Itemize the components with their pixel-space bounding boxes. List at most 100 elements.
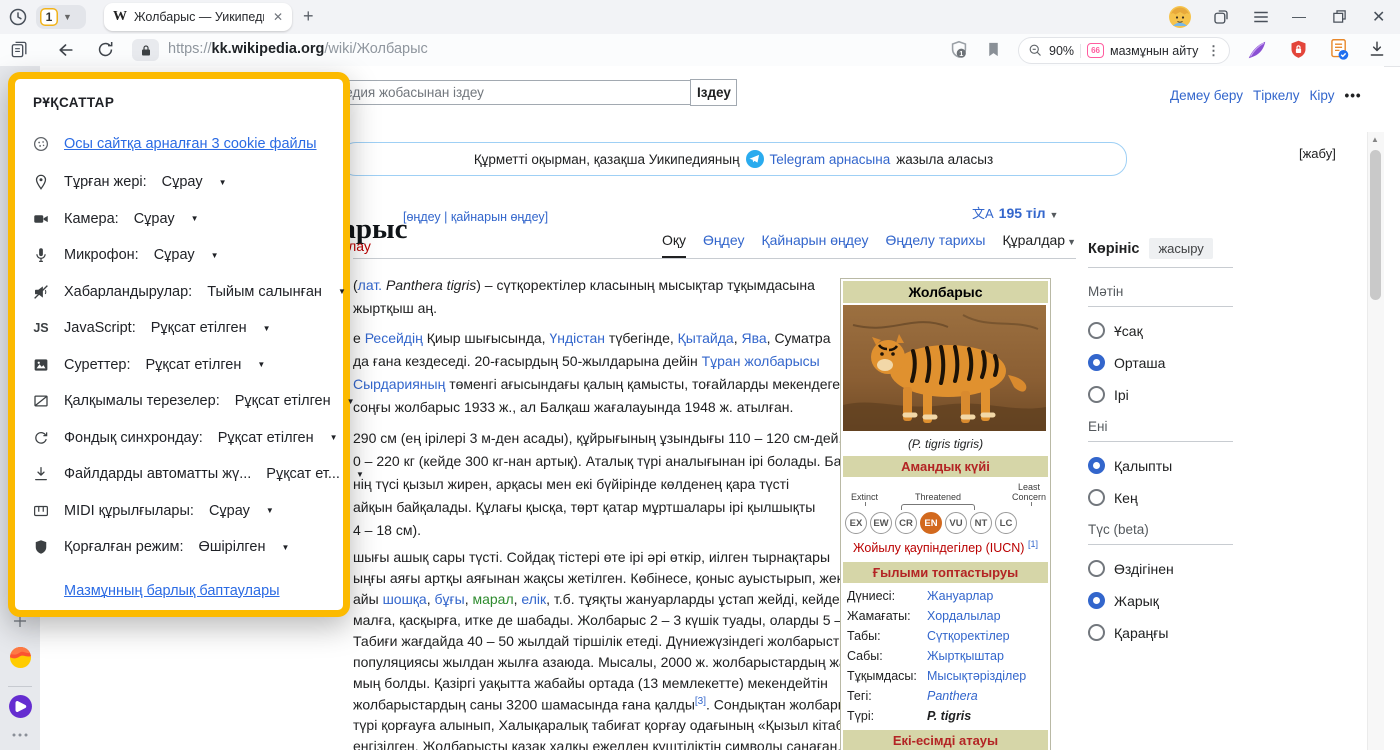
permission-value-dropdown[interactable]: Өшірілген	[199, 539, 266, 555]
rank-value[interactable]: Мысықтәрізділер	[927, 669, 1026, 683]
tab-close-icon[interactable]: ✕	[273, 10, 283, 24]
zoom-level[interactable]: 90%	[1049, 44, 1074, 58]
wiki-personal-links: Демеу беру Тіркелу Кіру •••	[1160, 88, 1360, 103]
tab-group-button[interactable]: 1 ▼	[36, 5, 86, 29]
permission-value-dropdown[interactable]: Рұқсат етілген	[218, 430, 314, 446]
appearance-hide-button[interactable]: жасыру	[1149, 238, 1212, 259]
radio-option-орташа[interactable]: Орташа	[1088, 354, 1233, 371]
radio-option-кең[interactable]: Кең	[1088, 489, 1233, 506]
article-link[interactable]: Қытайда	[678, 330, 734, 346]
conservation-status-link[interactable]: Жойылу қаупіндегілер (IUCN) [1]	[843, 539, 1048, 555]
more-links-button[interactable]: •••	[1344, 88, 1361, 103]
all-content-settings-link[interactable]: Мазмұнның барлық баптаулары	[64, 583, 280, 599]
radio-selected-icon[interactable]	[1088, 457, 1105, 474]
personal-link[interactable]: Демеу беру	[1170, 88, 1243, 103]
rank-value[interactable]: Жыртқыштар	[927, 649, 1004, 663]
option-label: Ұсақ	[1114, 323, 1143, 339]
translate-doc-icon[interactable]	[1328, 38, 1350, 61]
menu-icon[interactable]	[1252, 9, 1270, 25]
article-link[interactable]: Ресейдің	[365, 330, 423, 346]
rank-value[interactable]: Сүтқоректілер	[927, 629, 1010, 643]
scrollbar-thumb[interactable]	[1370, 150, 1381, 300]
bookmark-icon[interactable]	[986, 41, 1001, 58]
rank-value[interactable]: Хордалылар	[927, 609, 1001, 623]
personal-link[interactable]: Тіркелу	[1253, 88, 1300, 103]
article-link[interactable]: Сырдарияның	[353, 376, 445, 392]
radio-option-ұсақ[interactable]: Ұсақ	[1088, 322, 1233, 339]
permission-value-dropdown[interactable]: Рұқсат етілген	[151, 320, 247, 336]
radio-option-қалыпты[interactable]: Қалыпты	[1088, 457, 1233, 474]
radio-icon[interactable]	[1088, 322, 1105, 339]
personal-link[interactable]: Кіру	[1309, 88, 1334, 103]
yandex-start-icon[interactable]	[0, 646, 40, 669]
article-link[interactable]: елік	[521, 591, 546, 607]
article-text-line: соңғы жолбарыс 1933 ж., ал Балқаш жағала…	[353, 399, 793, 415]
address-bar[interactable]: https://kk.wikipedia.org/wiki/Жолбарыс	[168, 41, 428, 57]
article-text-line: Табиғи жағдайда 40 – 50 жылдай тіршілік …	[353, 633, 845, 649]
rank-value[interactable]: Panthera	[927, 689, 978, 703]
shield-counter-icon[interactable]: 1	[948, 39, 970, 61]
panels-icon[interactable]	[1212, 8, 1230, 26]
permission-value-dropdown[interactable]: Сұрау	[154, 247, 195, 263]
radio-option-өздігінен[interactable]: Өздігінен	[1088, 560, 1233, 577]
tab-өңделу-тарихы[interactable]: Өңделу тарихы	[886, 232, 986, 256]
tab-title: Жолбарыс — Уикипеди	[134, 10, 264, 24]
reload-icon[interactable]	[96, 40, 115, 59]
article-link[interactable]: Ява	[741, 330, 766, 346]
section-label: Мәтін	[1088, 284, 1233, 307]
article-link[interactable]: Тұран жолбарысы	[702, 353, 820, 369]
radio-option-жарық[interactable]: Жарық	[1088, 592, 1233, 609]
protect-shield-icon[interactable]	[1288, 39, 1309, 60]
classification-row: Табы:Сүтқоректілер	[843, 626, 1048, 646]
article-link[interactable]: бұғы	[435, 591, 465, 607]
article-link[interactable]: Үндістан	[549, 330, 605, 346]
yandex-pen-icon[interactable]	[1246, 39, 1268, 61]
history-icon[interactable]	[8, 7, 28, 27]
radio-selected-icon[interactable]	[1088, 354, 1105, 371]
cookies-link[interactable]: Осы сайтқа арналған 3 cookie файлы	[64, 136, 317, 152]
minimize-button[interactable]: —	[1292, 8, 1306, 24]
back-icon[interactable]	[56, 40, 76, 60]
tiger-image[interactable]	[843, 305, 1048, 434]
radio-icon[interactable]	[1088, 624, 1105, 641]
permission-label: Камера:	[64, 211, 119, 227]
page-scrollbar[interactable]: ▲	[1367, 132, 1384, 750]
sidebar-notes-icon[interactable]	[10, 40, 29, 59]
permission-value-dropdown[interactable]: Сұрау	[209, 503, 250, 519]
profile-avatar[interactable]	[1168, 5, 1192, 29]
permission-value-dropdown[interactable]: Рұқсат етілген	[235, 393, 331, 409]
radio-icon[interactable]	[1088, 560, 1105, 577]
site-security-badge[interactable]	[132, 39, 159, 61]
reference-link[interactable]: [3]	[695, 696, 706, 707]
permission-value-dropdown[interactable]: Сұрау	[162, 174, 203, 190]
permission-value-dropdown[interactable]: Сұрау	[134, 211, 175, 227]
restore-button[interactable]	[1332, 9, 1347, 24]
permission-value-dropdown[interactable]: Рұқсат ет...	[266, 466, 340, 482]
zoom-out-icon[interactable]	[1028, 43, 1043, 58]
tab-құралдар[interactable]: Құралдар▼	[1002, 232, 1076, 256]
sidebar-more-icon[interactable]	[0, 732, 40, 738]
read-aloud-button[interactable]: мазмұнын айту	[1110, 44, 1198, 58]
article-link[interactable]: шошқа	[383, 591, 427, 607]
article-link[interactable]: лат.	[358, 277, 382, 293]
scroll-up-arrow[interactable]: ▲	[1371, 135, 1379, 144]
downloads-icon[interactable]	[1368, 40, 1386, 58]
permission-value-dropdown[interactable]: Рұқсат етілген	[145, 357, 241, 373]
alice-assistant-icon[interactable]	[0, 694, 40, 719]
article-link[interactable]: марал	[472, 591, 513, 607]
new-tab-button[interactable]: +	[303, 6, 314, 27]
chevron-down-icon: ▼	[266, 506, 274, 515]
close-window-button[interactable]: ✕	[1372, 7, 1385, 27]
radio-option-қараңғы[interactable]: Қараңғы	[1088, 624, 1233, 641]
radio-icon[interactable]	[1088, 489, 1105, 506]
language-selector-button[interactable]: 文A195 тіл ▼	[972, 203, 1058, 222]
radio-selected-icon[interactable]	[1088, 592, 1105, 609]
active-tab[interactable]: W Жолбарыс — Уикипеди ✕	[104, 3, 292, 31]
permission-value-dropdown[interactable]: Тыйым салынған	[207, 284, 322, 300]
rank-value[interactable]: Жануарлар	[927, 589, 993, 603]
banner-close-link[interactable]: [жабу]	[1299, 146, 1336, 161]
kebab-menu-icon[interactable]: ⋮	[1207, 43, 1220, 59]
radio-icon[interactable]	[1088, 386, 1105, 403]
radio-option-ірі[interactable]: Ірі	[1088, 386, 1233, 403]
banner-text-after: жазыла аласыз	[896, 152, 993, 167]
